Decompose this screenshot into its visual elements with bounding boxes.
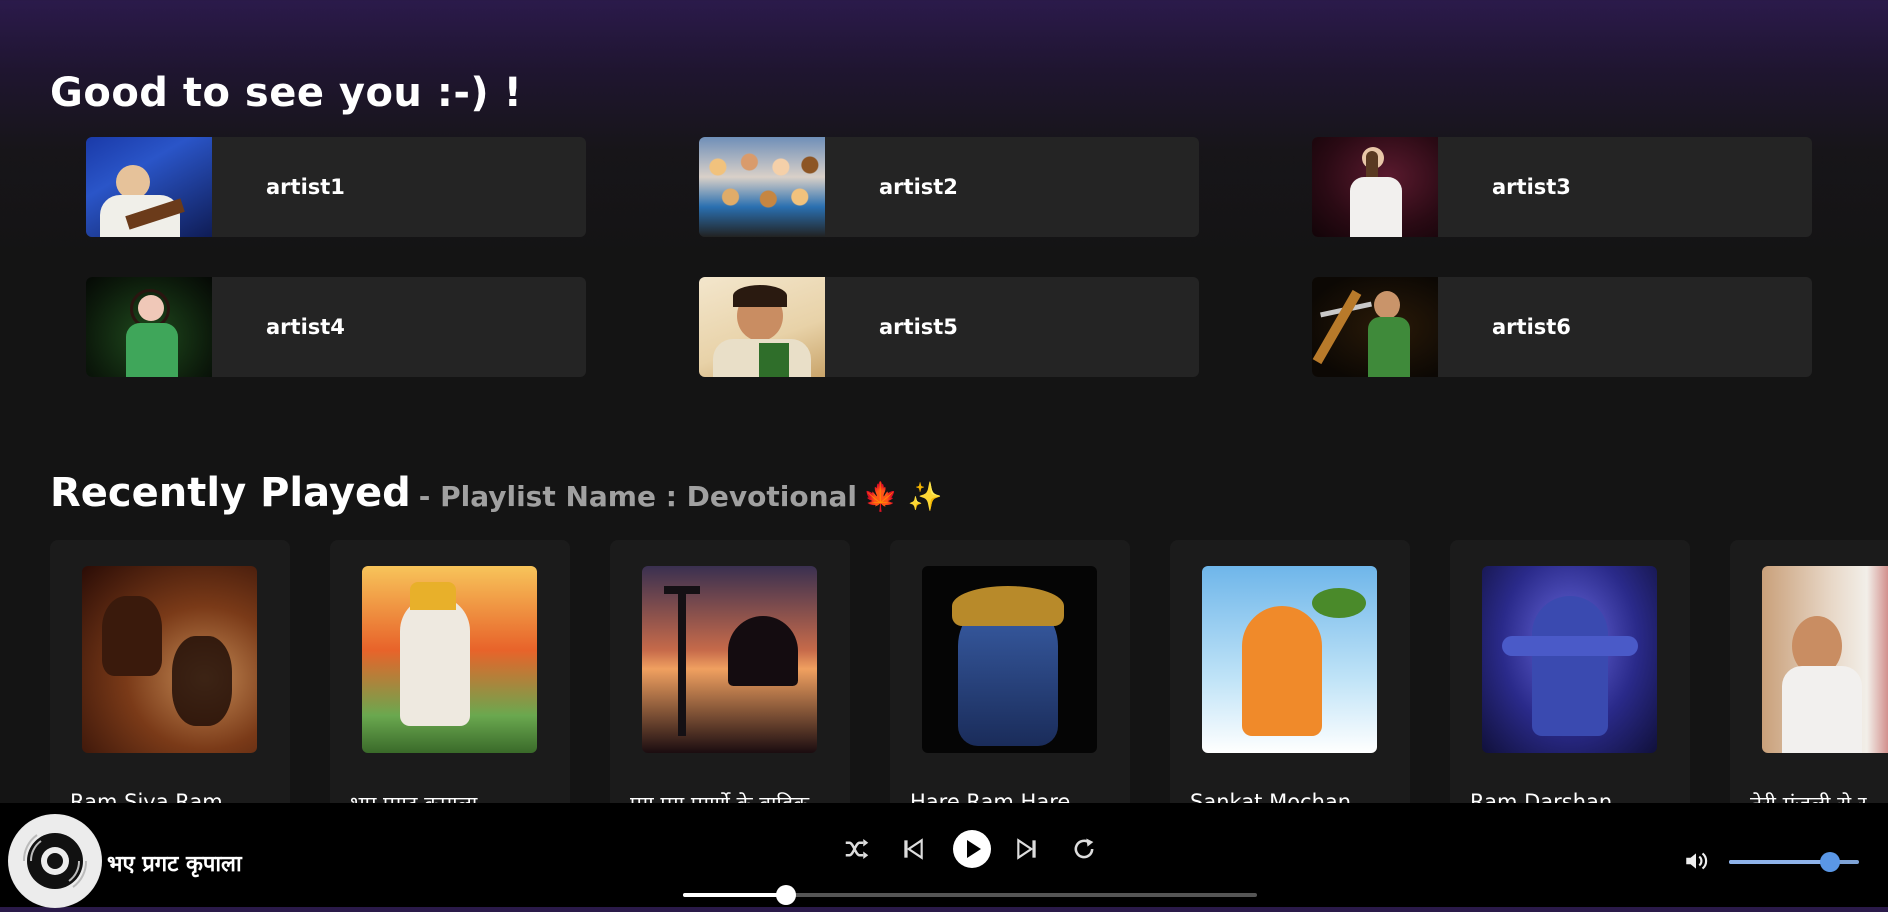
seek-bar[interactable] (683, 885, 1257, 905)
artist-thumbnail (1312, 277, 1438, 377)
seek-progress (683, 893, 787, 897)
artist-name: artist2 (879, 175, 958, 199)
artist-card-4[interactable]: artist4 (86, 277, 586, 377)
song-artwork (362, 566, 537, 753)
section-title: Recently Played (50, 470, 411, 516)
album-disc-graphic (9, 815, 101, 907)
decorative-emoji: 🍁 ✨ (863, 480, 943, 513)
player-bar (0, 803, 1888, 907)
vinyl-disc-icon[interactable] (8, 814, 102, 908)
artist-name: artist4 (266, 315, 345, 339)
song-card-3[interactable]: पग पग पगर्णे के वाहिक (610, 540, 850, 820)
playlist-name: - Playlist Name : Devotional (418, 480, 858, 513)
artist-thumbnail (1312, 137, 1438, 237)
artist-thumbnail (699, 137, 825, 237)
next-icon (1017, 838, 1036, 860)
song-card-5[interactable]: Sankat Mochan (1170, 540, 1410, 820)
repeat-button[interactable] (1064, 829, 1104, 869)
song-card-7[interactable]: तेरी मंजली रो र (1730, 540, 1888, 820)
song-card-4[interactable]: Hare Ram Hare (890, 540, 1130, 820)
volume-level (1729, 860, 1831, 864)
artist-thumbnail (699, 277, 825, 377)
greeting-title: Good to see you :-) ! (50, 70, 523, 116)
song-artwork (1202, 566, 1377, 753)
song-card-1[interactable]: Ram Siya Ram (50, 540, 290, 820)
next-button[interactable] (1007, 829, 1047, 869)
song-card-2[interactable]: भए प्रगट कृपाला (330, 540, 570, 820)
previous-button[interactable] (893, 829, 933, 869)
artist-name: artist6 (1492, 315, 1571, 339)
play-button[interactable] (950, 827, 994, 871)
song-artwork (1762, 566, 1888, 753)
volume-button[interactable] (1682, 848, 1710, 874)
shuffle-icon (845, 839, 869, 859)
shuffle-button[interactable] (837, 829, 877, 869)
artist-card-5[interactable]: artist5 (699, 277, 1199, 377)
song-artwork (1482, 566, 1657, 753)
recently-played-heading: Recently Played - Playlist Name : Devotio… (50, 470, 943, 516)
play-icon (953, 830, 991, 868)
artist-name: artist5 (879, 315, 958, 339)
song-artwork (82, 566, 257, 753)
artist-card-2[interactable]: artist2 (699, 137, 1199, 237)
artist-card-3[interactable]: artist3 (1312, 137, 1812, 237)
song-artwork (922, 566, 1097, 753)
repeat-icon (1074, 838, 1094, 859)
artist-thumbnail (86, 137, 212, 237)
now-playing-title: भए प्रगट कृपाला (107, 852, 242, 877)
song-artwork (642, 566, 817, 753)
volume-slider[interactable] (1729, 852, 1859, 872)
previous-icon (904, 838, 923, 860)
artist-card-1[interactable]: artist1 (86, 137, 586, 237)
volume-icon (1686, 852, 1708, 870)
artist-name: artist1 (266, 175, 345, 199)
artist-name: artist3 (1492, 175, 1571, 199)
song-card-6[interactable]: Ram Darshan (1450, 540, 1690, 820)
artist-thumbnail (86, 277, 212, 377)
artist-card-6[interactable]: artist6 (1312, 277, 1812, 377)
